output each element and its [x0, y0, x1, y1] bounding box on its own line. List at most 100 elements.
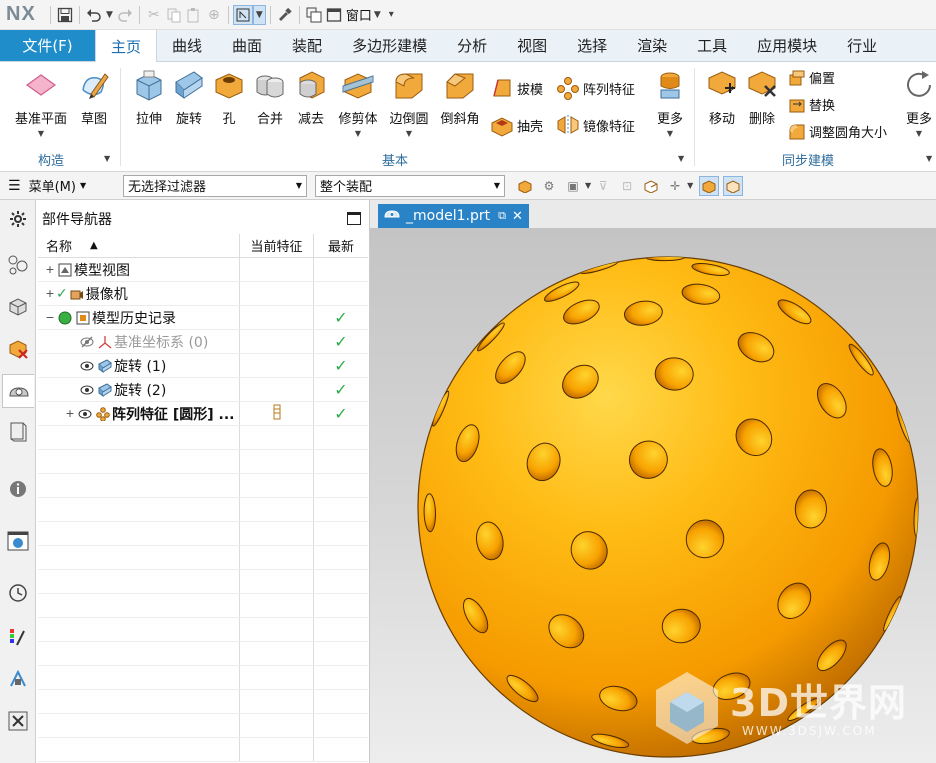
chevron-down-icon[interactable]: ▼ [104, 154, 110, 163]
cut-icon[interactable]: ✂ [144, 5, 164, 25]
assembly-filter-icon[interactable]: ⚙ [539, 176, 559, 196]
switch-window-icon[interactable] [304, 5, 324, 25]
tab-tools[interactable]: 工具 [682, 30, 742, 61]
basic-more-button[interactable]: 更多 ▼ [650, 68, 690, 138]
tab-surface[interactable]: 曲面 [217, 30, 277, 61]
tree-row-pattern-feature[interactable]: + 阵列特征 [圆形] ... ✓ [38, 402, 368, 426]
filter-icon[interactable]: ⊽ [593, 176, 613, 196]
copy-icon[interactable] [164, 5, 184, 25]
select-face-icon[interactable] [641, 176, 661, 196]
tree-row-datum-csys[interactable]: 基准坐标系 (0) ✓ [38, 330, 368, 354]
type-filter-select[interactable]: 无选择过滤器 ▼ [123, 174, 307, 197]
draft-button[interactable]: 拔模 [490, 76, 543, 100]
tab-file[interactable]: 文件(F) [0, 30, 95, 61]
tree-row-cameras[interactable]: + ✓ 摄像机 [38, 282, 368, 306]
undo-dropdown-icon[interactable]: ▼ [106, 10, 113, 20]
tab-curve[interactable]: 曲线 [157, 30, 217, 61]
repeat-command-icon[interactable]: ⊕ [204, 5, 224, 25]
chamfer-button[interactable]: 倒斜角 [436, 68, 484, 127]
touch-mode-dropdown-icon[interactable]: ▼ [252, 4, 266, 25]
select-body-icon[interactable]: ▣ [563, 176, 583, 196]
save-icon[interactable] [55, 5, 75, 25]
redo-icon[interactable] [115, 5, 135, 25]
chevron-down-icon[interactable]: ▼ [926, 154, 932, 163]
tab-analysis[interactable]: 分析 [442, 30, 502, 61]
offset-region-button[interactable]: 偏置 [788, 68, 835, 87]
scope-select[interactable]: 整个装配 ▼ [315, 174, 505, 197]
visualization-palette-icon[interactable] [5, 624, 31, 650]
chevron-down-icon[interactable]: ▼ [678, 154, 684, 163]
paste-icon[interactable] [184, 5, 204, 25]
tab-polygon-modeling[interactable]: 多边形建模 [337, 30, 442, 61]
tab-industry[interactable]: 行业 [832, 30, 892, 61]
shell-button[interactable]: 抽壳 [490, 113, 543, 137]
unite-button[interactable]: 合并 [250, 68, 290, 127]
touch-mode-icon[interactable] [232, 4, 253, 25]
tab-assembly[interactable]: 装配 [277, 30, 337, 61]
move-face-button[interactable]: 移动 [702, 68, 742, 127]
brush-icon[interactable] [275, 5, 295, 25]
undo-icon[interactable] [84, 5, 104, 25]
pattern-feature-button[interactable]: 阵列特征 [556, 76, 635, 100]
menu-button[interactable]: ☰ 菜单(M) ▼ [8, 176, 103, 196]
expand-icon[interactable]: + [44, 287, 56, 300]
select-feature-icon[interactable] [515, 176, 535, 196]
info-icon[interactable] [5, 476, 31, 502]
part-color-icon[interactable] [5, 336, 31, 362]
role-icon[interactable] [5, 666, 31, 692]
revolve-button[interactable]: 旋转 [170, 68, 208, 127]
reuse-library-icon[interactable] [5, 418, 31, 444]
visible-eye-icon[interactable] [77, 406, 93, 422]
column-header-current[interactable]: 当前特征 [240, 234, 314, 257]
hole-button[interactable]: 孔 [210, 68, 248, 127]
window-icon[interactable] [324, 5, 344, 25]
quick-access-customize-icon[interactable]: ▾ [389, 9, 394, 20]
subtract-button[interactable]: 减去 [291, 68, 331, 127]
edge-blend-button[interactable]: 边倒圆 ▼ [385, 68, 433, 138]
expand-icon[interactable]: + [64, 407, 76, 420]
trim-body-button[interactable]: 修剪体 ▼ [334, 68, 382, 138]
expand-icon[interactable]: + [44, 263, 56, 276]
tab-application[interactable]: 应用模块 [742, 30, 832, 61]
select-all-icon[interactable]: ⊡ [617, 176, 637, 196]
shaded-view-icon[interactable] [699, 175, 720, 196]
tools-icon[interactable] [5, 708, 31, 734]
column-header-name[interactable]: 名称 ▲ [38, 234, 240, 257]
settings-icon[interactable] [5, 206, 31, 232]
wireframe-view-icon[interactable] [723, 175, 744, 196]
tab-selection[interactable]: 选择 [562, 30, 622, 61]
constraint-navigator-icon[interactable] [5, 294, 31, 320]
datum-plane-button[interactable]: 基准平面 ▼ [10, 68, 72, 138]
tree-row-revolve-1[interactable]: 旋转 (1) ✓ [38, 354, 368, 378]
tab-render[interactable]: 渲染 [622, 30, 682, 61]
tree-row-model-views[interactable]: + 模型视图 [38, 258, 368, 282]
extrude-button[interactable]: 拉伸 [130, 68, 168, 127]
chevron-down-icon[interactable]: ▼ [687, 181, 693, 190]
replace-face-button[interactable]: 替换 [788, 95, 835, 114]
window-menu-label[interactable]: 窗口 [346, 5, 372, 24]
column-header-latest[interactable]: 最新 [314, 234, 368, 257]
visible-eye-icon[interactable] [79, 382, 95, 398]
sync-more-button[interactable]: 更多 ▼ [902, 68, 936, 138]
tab-view[interactable]: 视图 [502, 30, 562, 61]
document-tab[interactable]: _model1.prt ⧉ ✕ [378, 204, 529, 228]
part-navigator-icon[interactable] [2, 374, 34, 408]
visible-eye-icon[interactable] [79, 358, 95, 374]
close-icon[interactable]: ✕ [512, 209, 523, 224]
hidden-eye-icon[interactable] [79, 334, 95, 350]
tree-row-model-history[interactable]: − 模型历史记录 ✓ [38, 306, 368, 330]
history-icon[interactable] [5, 580, 31, 606]
snap-point-icon[interactable]: ✛ [665, 176, 685, 196]
resize-blend-button[interactable]: 调整圆角大小 [788, 122, 887, 141]
window-dropdown-icon[interactable]: ▼ [374, 10, 381, 20]
delete-face-button[interactable]: 删除 [742, 68, 782, 127]
web-browser-icon[interactable] [5, 528, 31, 554]
assembly-navigator-icon[interactable] [5, 252, 31, 278]
tab-home[interactable]: 主页 [95, 30, 158, 62]
sketch-button[interactable]: 草图 [74, 68, 114, 127]
tree-row-revolve-2[interactable]: 旋转 (2) ✓ [38, 378, 368, 402]
maximize-icon[interactable] [347, 212, 361, 225]
collapse-icon[interactable]: − [44, 311, 56, 324]
chevron-down-icon[interactable]: ▼ [585, 181, 591, 190]
mirror-feature-button[interactable]: 镜像特征 [556, 113, 635, 137]
